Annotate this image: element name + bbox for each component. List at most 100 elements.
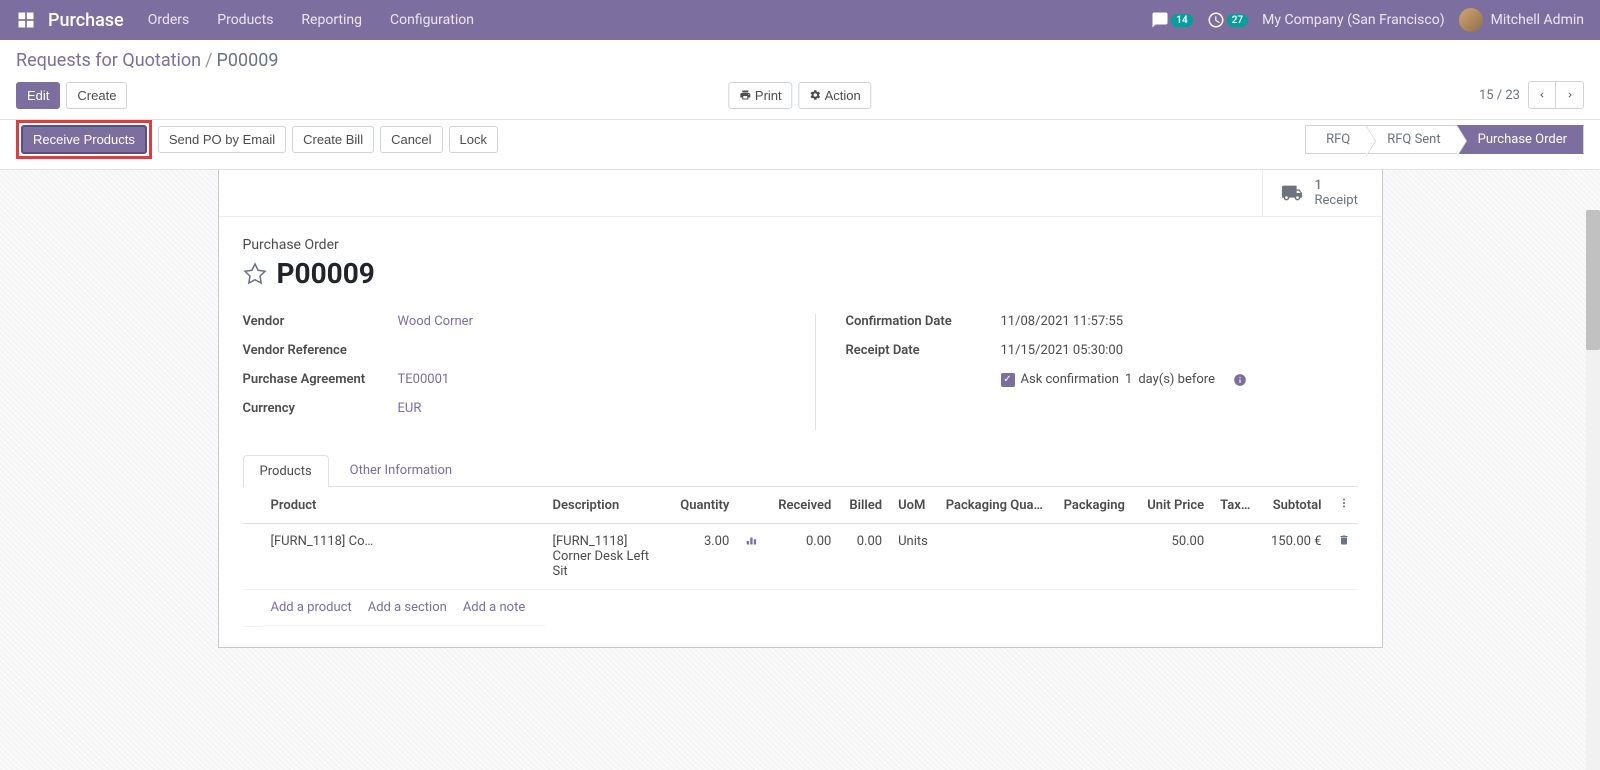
messages-badge: 14 <box>1171 14 1192 27</box>
messages-button[interactable]: 14 <box>1151 11 1192 29</box>
cell-quantity: 3.00 <box>670 524 738 590</box>
pager-text: 15 / 23 <box>1479 88 1520 103</box>
create-bill-button[interactable]: Create Bill <box>292 126 374 153</box>
tab-products[interactable]: Products <box>243 455 329 487</box>
breadcrumb-root[interactable]: Requests for Quotation <box>16 50 201 71</box>
cell-taxes <box>1212 524 1260 590</box>
agreement-label: Purchase Agreement <box>243 372 398 387</box>
cell-unitprice: 50.00 <box>1136 524 1212 590</box>
col-quantity: Quantity <box>670 487 738 524</box>
info-icon[interactable] <box>1233 373 1247 387</box>
currency-label: Currency <box>243 401 398 416</box>
nav-reporting[interactable]: Reporting <box>301 12 362 28</box>
cell-received: 0.00 <box>767 524 839 590</box>
receipt-label: Receipt <box>1315 193 1358 208</box>
user-name: Mitchell Admin <box>1491 12 1584 28</box>
chevron-right-icon <box>1565 90 1575 100</box>
status-bar: RFQ RFQ Sent Purchase Order <box>1305 125 1584 154</box>
nav-orders[interactable]: Orders <box>148 12 190 28</box>
col-unit-price: Unit Price <box>1136 487 1212 524</box>
nav-products[interactable]: Products <box>217 12 273 28</box>
cell-billed: 0.00 <box>839 524 890 590</box>
form-sheet: 1 Receipt Purchase Order P00009 VendorWo… <box>218 170 1383 648</box>
control-panel: Requests for Quotation/P00009 Edit Creat… <box>0 40 1600 120</box>
lock-button[interactable]: Lock <box>449 126 498 153</box>
user-menu[interactable]: Mitchell Admin <box>1459 8 1584 32</box>
reminder-checkbox[interactable]: ✓ <box>1001 373 1015 387</box>
highlight-annotation: Receive Products <box>16 120 152 159</box>
agreement-value[interactable]: TE00001 <box>398 372 450 387</box>
print-button[interactable]: Print <box>728 82 792 109</box>
star-icon[interactable] <box>243 262 267 286</box>
col-uom: UoM <box>890 487 938 524</box>
app-brand[interactable]: Purchase <box>48 10 124 31</box>
action-bar: Receive Products Send PO by Email Create… <box>0 120 1600 170</box>
trash-icon[interactable] <box>1338 534 1350 546</box>
scrollbar-thumb[interactable] <box>1586 210 1600 350</box>
receipt-date-value: 11/15/2021 05:30:00 <box>1001 343 1124 358</box>
clock-icon <box>1207 11 1225 29</box>
col-product: Product <box>263 487 545 524</box>
send-po-button[interactable]: Send PO by Email <box>158 126 286 153</box>
edit-button[interactable]: Edit <box>16 82 60 109</box>
activities-button[interactable]: 27 <box>1207 11 1248 29</box>
record-name: P00009 <box>277 257 375 290</box>
tab-other-info[interactable]: Other Information <box>333 454 469 486</box>
cancel-button[interactable]: Cancel <box>380 126 442 153</box>
pager-next-button[interactable] <box>1556 81 1584 109</box>
kebab-icon[interactable] <box>1338 497 1350 509</box>
create-button[interactable]: Create <box>66 82 127 109</box>
apps-icon[interactable] <box>16 10 36 30</box>
chevron-left-icon <box>1537 90 1547 100</box>
action-button[interactable]: Action <box>799 82 872 109</box>
reminder-text1: Ask confirmation <box>1021 372 1120 387</box>
order-lines-table: Product Description Quantity Received Bi… <box>243 487 1358 627</box>
confirmation-date-label: Confirmation Date <box>846 314 1001 329</box>
confirmation-date-value: 11/08/2021 11:57:55 <box>1001 314 1124 329</box>
col-packaging: Packaging <box>1056 487 1137 524</box>
add-product-link[interactable]: Add a product <box>271 600 352 615</box>
pager-prev-button[interactable] <box>1528 81 1556 109</box>
currency-value[interactable]: EUR <box>398 401 422 416</box>
reminder-days: 1 <box>1125 372 1132 387</box>
activities-badge: 27 <box>1227 14 1248 27</box>
chat-icon <box>1151 11 1169 29</box>
nav-configuration[interactable]: Configuration <box>390 12 474 28</box>
status-rfq-sent[interactable]: RFQ Sent <box>1366 125 1456 154</box>
form-title-label: Purchase Order <box>243 237 1358 253</box>
company-selector[interactable]: My Company (San Francisco) <box>1262 12 1444 28</box>
cell-pkg <box>1056 524 1137 590</box>
table-row[interactable]: [FURN_1118] Co… [FURN_1118] Corner Desk … <box>243 524 1358 590</box>
col-subtotal: Subtotal <box>1260 487 1329 524</box>
add-note-link[interactable]: Add a note <box>463 600 525 615</box>
col-description: Description <box>545 487 670 524</box>
receipt-date-label: Receipt Date <box>846 343 1001 358</box>
col-packaging-qty: Packaging Qua… <box>938 487 1056 524</box>
top-navbar: Purchase Orders Products Reporting Confi… <box>0 0 1600 40</box>
col-taxes: Tax… <box>1212 487 1260 524</box>
vendor-ref-label: Vendor Reference <box>243 343 398 358</box>
scrollbar-vertical[interactable] <box>1586 210 1600 770</box>
cell-uom: Units <box>890 524 938 590</box>
add-section-link[interactable]: Add a section <box>368 600 447 615</box>
status-rfq[interactable]: RFQ <box>1305 125 1366 154</box>
truck-icon <box>1279 182 1305 204</box>
cell-product: [FURN_1118] Co… <box>263 524 545 590</box>
gear-icon <box>810 89 822 101</box>
cell-pkgqty <box>938 524 1056 590</box>
breadcrumb-current: P00009 <box>217 50 279 71</box>
status-purchase-order[interactable]: Purchase Order <box>1457 125 1584 154</box>
receipt-stat-button[interactable]: 1 Receipt <box>1262 170 1382 216</box>
avatar <box>1459 8 1483 32</box>
receipt-count: 1 <box>1315 178 1358 193</box>
receive-products-button[interactable]: Receive Products <box>21 125 147 154</box>
col-received: Received <box>767 487 839 524</box>
reminder-text2: day(s) before <box>1138 372 1215 387</box>
breadcrumb: Requests for Quotation/P00009 <box>16 50 1584 71</box>
forecast-icon[interactable] <box>745 534 759 548</box>
vendor-value[interactable]: Wood Corner <box>398 314 473 329</box>
form-tabs: Products Other Information <box>243 454 1358 487</box>
col-billed: Billed <box>839 487 890 524</box>
print-icon <box>739 89 751 101</box>
vendor-label: Vendor <box>243 314 398 329</box>
